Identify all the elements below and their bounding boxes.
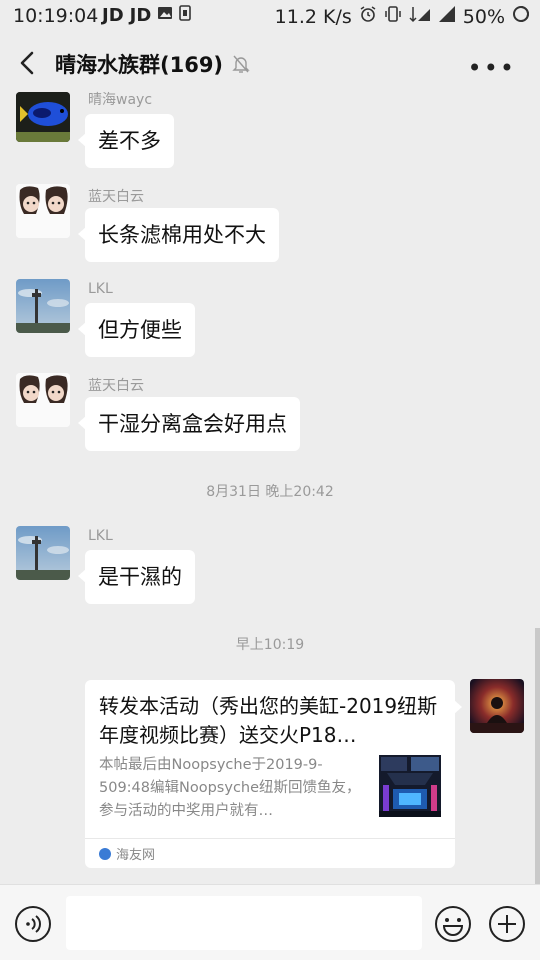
signal-icon — [438, 5, 456, 28]
battery-icon — [512, 5, 530, 28]
link-card-source: 海友网 — [99, 844, 155, 863]
message-bubble[interactable]: 但方便些 — [78, 303, 195, 357]
chevron-left-icon[interactable] — [14, 48, 42, 78]
link-card-divider — [85, 838, 455, 839]
status-right: 11.2 K/s 50% — [275, 5, 530, 28]
sender-name: 蓝天白云 — [88, 189, 144, 205]
timestamp: 8月31日 晚上20:42 — [206, 484, 334, 500]
link-card[interactable]: 转发本活动（秀出您的美缸-2019纽斯年度视频比赛）送交火P18… 本帖最后由N… — [85, 680, 462, 868]
avatar[interactable] — [16, 184, 70, 238]
chat-scrollbar[interactable] — [535, 628, 540, 884]
link-card-thumbnail — [379, 755, 441, 817]
link-card-source-label: 海友网 — [116, 848, 156, 863]
message-bubble[interactable]: 是干濕的 — [78, 550, 195, 604]
alarm-icon — [359, 5, 377, 28]
status-left-icons: JD JD — [102, 4, 192, 26]
message-row: LKL 是干濕的 — [0, 526, 540, 612]
input-bar — [0, 884, 540, 960]
sender-name: LKL — [88, 528, 113, 544]
image-icon — [157, 5, 173, 26]
link-card-title: 转发本活动（秀出您的美缸-2019纽斯年度视频比赛）送交火P18… — [99, 694, 438, 747]
status-bar: 10:19:04 JD JD 11.2 K/s 50% — [0, 0, 540, 32]
message-row: 蓝天白云 干湿分离盒会好用点 — [0, 373, 540, 459]
message-row: 晴海wayc 差不多 — [0, 92, 540, 174]
emoji-icon[interactable] — [434, 905, 472, 943]
message-row: LKL 但方便些 — [0, 279, 540, 365]
sim-icon — [179, 5, 192, 26]
message-row: 蓝天白云 长条滤棉用处不大 — [0, 184, 540, 270]
message-bubble[interactable]: 差不多 — [78, 114, 174, 168]
message-bubble[interactable]: 干湿分离盒会好用点 — [78, 397, 300, 451]
sender-name: 晴海wayc — [88, 92, 153, 108]
source-logo-icon — [99, 847, 111, 860]
battery-percent: 50% — [462, 5, 505, 28]
link-card-description: 本帖最后由Noopsyche于2019-9-509:48编辑Noopsyche纽… — [99, 757, 361, 819]
net-speed: 11.2 K/s — [274, 5, 352, 28]
jd-app-icon: JD — [129, 4, 152, 26]
sender-name: LKL — [88, 281, 113, 297]
jd-app-icon: JD — [102, 4, 124, 26]
avatar[interactable] — [16, 279, 70, 333]
more-icon[interactable]: ••• — [468, 54, 516, 82]
avatar[interactable] — [16, 373, 70, 427]
timestamp: 早上10:19 — [235, 637, 305, 653]
avatar[interactable] — [16, 92, 70, 142]
vibrate-icon — [384, 5, 402, 28]
plus-icon[interactable] — [488, 905, 526, 943]
message-input[interactable] — [66, 896, 422, 950]
voice-icon[interactable] — [14, 905, 52, 943]
avatar[interactable] — [16, 526, 70, 580]
status-time: 10:19:04 — [13, 5, 99, 27]
my-avatar[interactable] — [470, 679, 524, 733]
signal-4g-icon — [409, 5, 431, 28]
sender-name: 蓝天白云 — [88, 378, 144, 394]
bell-mute-icon — [232, 54, 250, 74]
chat-header: 晴海水族群(169) ••• — [0, 32, 540, 94]
chat-title: 晴海水族群(169) — [55, 53, 224, 77]
message-bubble[interactable]: 长条滤棉用处不大 — [78, 208, 279, 262]
